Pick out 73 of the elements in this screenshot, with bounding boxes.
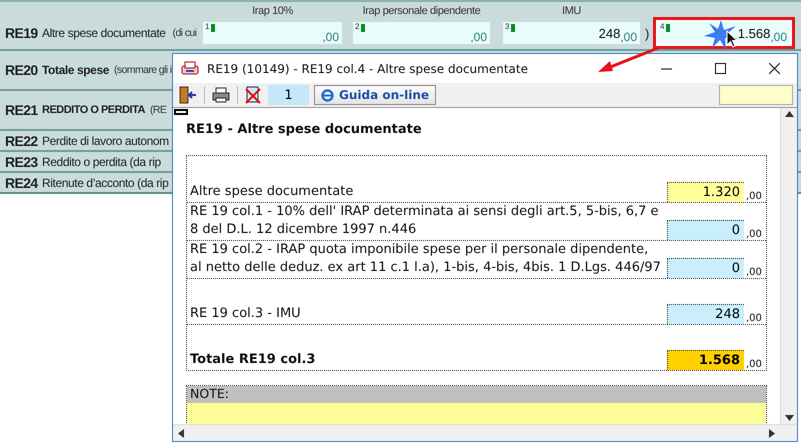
field-number: 1 [205, 22, 210, 31]
field-decimals: ,00 [745, 229, 763, 240]
crossed-document-icon [245, 86, 261, 104]
amount-field[interactable]: 1.320 [667, 182, 744, 202]
row-label: RE 19 col.2 - IRAP quota imponibile spese per il personale dipendente, al netto delle deduz. ex art 11 c.1 l.a), 1-bis, 4-bis, 4bis. 1 D.Lgs. 446/97 [189, 241, 662, 277]
window-title: RE19 (10149) - RE19 col.4 - Altre spese documentate [207, 62, 529, 76]
field-number: 3 [505, 22, 510, 31]
field-value: 1.568 [738, 26, 770, 41]
row-label: Ritenute d’acconto (da rip [42, 176, 168, 190]
row-code: RE20 [5, 62, 37, 78]
scroll-right-icon[interactable] [769, 428, 775, 438]
maximize-icon [714, 63, 726, 74]
row-code: RE19 [5, 25, 37, 41]
amount-field: 248 [667, 304, 744, 324]
row-label: REDDITO O PERDITA [42, 104, 145, 116]
vertical-scrollbar[interactable] [780, 108, 797, 424]
pointer-arrow [598, 46, 660, 74]
field-number: 4 [660, 22, 664, 31]
row-label: Totale spese [42, 63, 110, 77]
row-label: Reddito o perdita (da rip [42, 154, 161, 168]
row-note: (RE [150, 104, 166, 116]
amount-field: 0 [667, 220, 744, 240]
field-decimals: ,00 [745, 313, 763, 324]
row-note: (di cui [172, 27, 196, 39]
column-header: Irap personale dipendente [362, 5, 482, 17]
row-code: RE24 [5, 174, 37, 190]
row-note: (sommare gli i [114, 64, 172, 76]
row-label: RE 19 col.1 - 10% dell' IRAP determinata ai sensi degli art.5, 5-bis, 6,7 e 8 del D.L. 12 dicembre 1997 n.446 [189, 203, 660, 239]
field-decimals: ,00 [745, 191, 763, 202]
cursor-icon [726, 30, 738, 48]
row-label: RE 19 col.3 - IMU [189, 305, 302, 323]
field-number: 2 [355, 22, 360, 31]
row-label: Perdite di lavoro autonom [42, 134, 169, 148]
printer-icon [212, 87, 230, 103]
online-help-button[interactable]: Guida on-line [314, 85, 436, 105]
door-exit-icon [179, 86, 197, 104]
page-number-field[interactable]: 1 [268, 85, 309, 105]
amount-field: 1.568 [667, 350, 744, 370]
horizontal-scrollbar[interactable] [173, 424, 797, 441]
amount-field[interactable]: 4 1.568,00 [653, 17, 795, 49]
form-icon [181, 60, 199, 76]
row-label: Totale RE19 col.3 [189, 351, 316, 369]
closing-paren: ) [645, 26, 650, 40]
column-header: IMU [561, 5, 582, 17]
field-decimals: ,00 [322, 30, 339, 44]
column-header: Irap 10% [251, 5, 294, 17]
field-decimals: ,00 [745, 267, 763, 278]
row-code: RE22 [5, 132, 37, 148]
row-code: RE23 [5, 154, 37, 170]
field-decimals: ,00 [770, 30, 787, 44]
section-heading: RE19 - Altre spese documentate [186, 122, 423, 137]
field-value: 248 [598, 26, 620, 41]
amount-field: 0 [667, 258, 744, 278]
scroll-up-icon[interactable] [784, 111, 794, 117]
browser-icon [321, 88, 334, 102]
marker-icon [361, 24, 365, 32]
status-field[interactable] [719, 85, 793, 105]
delete-document-button[interactable] [243, 84, 263, 106]
row-label: Altre spese documentate [189, 183, 354, 201]
marker-icon [211, 24, 215, 32]
notes-label: NOTE: [187, 386, 766, 403]
field-decimals: ,00 [470, 30, 487, 44]
row-code: RE21 [5, 102, 37, 118]
close-icon [768, 63, 780, 74]
exit-button[interactable] [177, 84, 199, 106]
marker-icon [666, 24, 670, 32]
click-burst-icon [704, 20, 738, 50]
field-decimals: ,00 [620, 30, 637, 44]
scroll-left-icon[interactable] [178, 428, 184, 438]
field-decimals: ,00 [745, 359, 763, 370]
marker-icon [511, 24, 515, 32]
scroll-down-icon[interactable] [784, 415, 794, 421]
row-label: Altre spese documentate [42, 26, 166, 40]
